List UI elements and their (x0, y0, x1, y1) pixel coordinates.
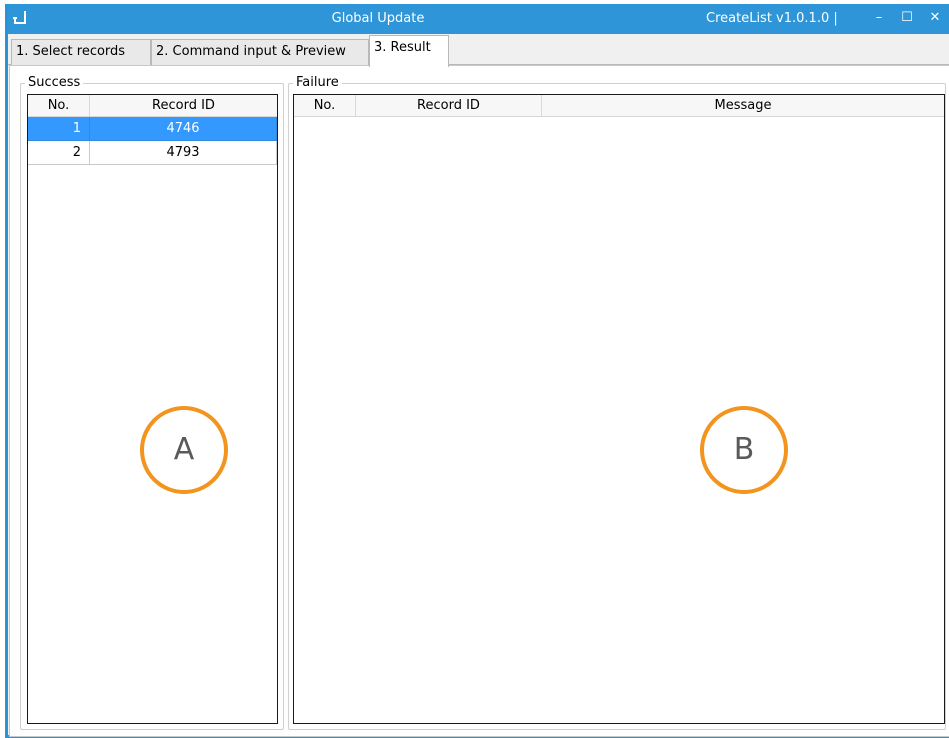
tab-select-records[interactable]: 1. Select records (11, 39, 151, 65)
tab-command-input-preview[interactable]: 2. Command input & Preview (151, 39, 369, 65)
close-button[interactable]: ✕ (924, 7, 946, 29)
minimize-button[interactable]: – (868, 7, 890, 29)
success-legend: Success (25, 75, 84, 90)
maximize-button[interactable]: ☐ (896, 7, 918, 29)
title-bar[interactable]: Global Update CreateList v1.0.1.0 | – ☐ … (8, 4, 949, 34)
record-id-cell: 4746 (90, 117, 277, 141)
column-header-record-id[interactable]: Record ID (90, 95, 277, 116)
tab-result[interactable]: 3. Result (369, 35, 449, 67)
result-panel: Success No. Record ID 1 4746 2 4793 Fail… (9, 65, 949, 737)
failure-grid-header: No. Record ID Message (294, 95, 944, 117)
failure-legend: Failure (293, 75, 342, 90)
success-grid-header: No. Record ID (28, 95, 277, 117)
row-number: 2 (28, 141, 90, 165)
column-header-no[interactable]: No. (294, 95, 356, 116)
column-header-message[interactable]: Message (542, 95, 944, 116)
failure-group: Failure No. Record ID Message (288, 75, 946, 730)
table-row[interactable]: 1 4746 (28, 117, 277, 141)
record-id-cell: 4793 (90, 141, 277, 165)
app-window: Global Update CreateList v1.0.1.0 | – ☐ … (5, 4, 949, 738)
success-grid[interactable]: No. Record ID 1 4746 2 4793 (27, 94, 278, 724)
version-label: CreateList v1.0.1.0 | (706, 11, 838, 26)
row-number: 1 (28, 117, 90, 141)
failure-grid[interactable]: No. Record ID Message (293, 94, 945, 724)
column-header-no[interactable]: No. (28, 95, 90, 116)
column-header-record-id[interactable]: Record ID (356, 95, 542, 116)
callout-marker-a: A (140, 406, 228, 494)
success-group: Success No. Record ID 1 4746 2 4793 (20, 75, 284, 730)
callout-marker-b: B (700, 406, 788, 494)
table-row[interactable]: 2 4793 (28, 141, 277, 165)
tab-strip: 1. Select records 2. Command input & Pre… (8, 35, 949, 67)
window-title: Global Update (331, 11, 425, 26)
